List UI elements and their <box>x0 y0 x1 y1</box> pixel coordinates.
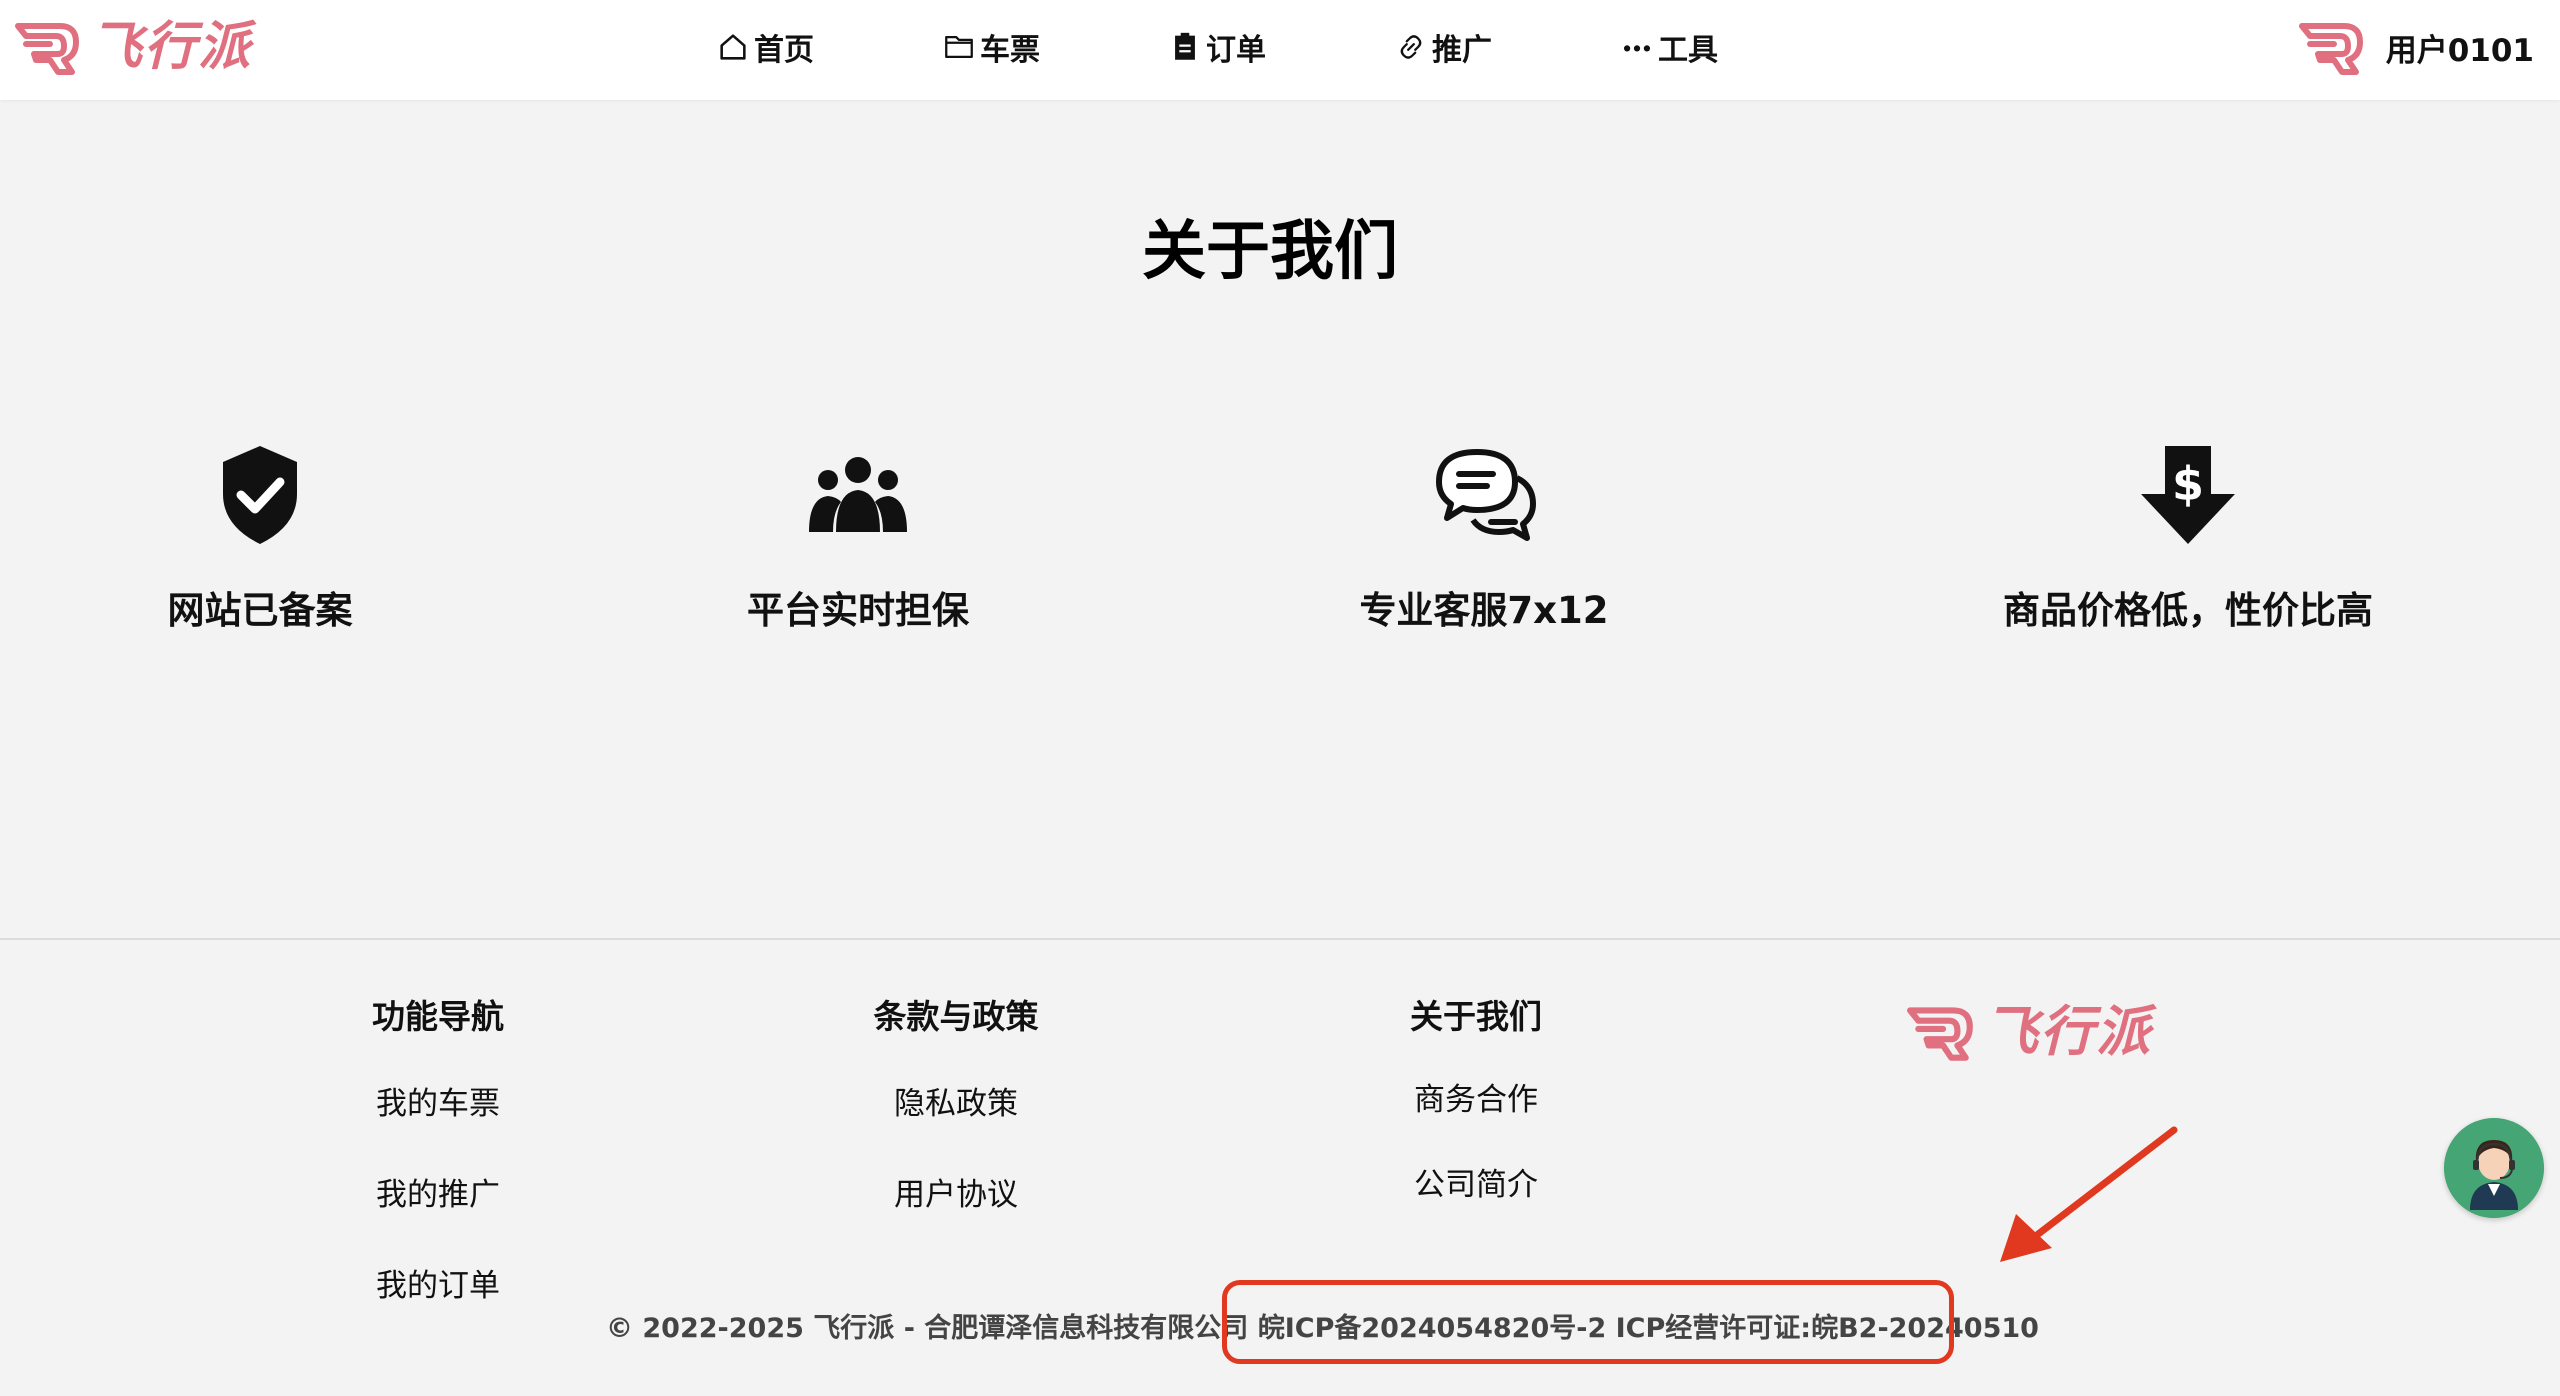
brand-logo[interactable]: 飞行派 <box>14 16 252 78</box>
footer-link-my-tickets[interactable]: 我的车票 <box>308 1078 568 1123</box>
footer-col-title: 功能导航 <box>372 997 504 1036</box>
about-title: 关于我们 <box>1142 215 1398 289</box>
customer-service-button[interactable] <box>2444 1118 2544 1218</box>
feature-label: 平台实时担保 <box>747 589 969 632</box>
nav-tools-label: 工具 <box>1658 33 1718 68</box>
footer-link-privacy[interactable]: 隐私政策 <box>826 1078 1086 1123</box>
footer-col-policy: 条款与政策 隐私政策 用户协议 <box>826 990 1086 1214</box>
feature-label: 商品价格低，性价比高 <box>2003 589 2373 632</box>
chat-bubbles-icon <box>1436 449 1536 541</box>
nav-home[interactable]: 首页 <box>716 22 814 72</box>
link-icon <box>1400 35 1422 59</box>
footer-divider <box>0 938 2560 940</box>
dollar-down-arrow-icon: $ <box>2141 446 2235 544</box>
top-navbar: 飞行派 首页 车票 订单 推广 工具 用户0101 <box>0 0 2560 100</box>
footer-col-title: 关于我们 <box>1410 997 1542 1036</box>
home-icon <box>720 34 746 60</box>
footer-brand-name: 飞行派 <box>1984 1000 2152 1063</box>
nav-promote[interactable]: 推广 <box>1394 22 1492 72</box>
footer-logo: 飞行派 <box>1906 1000 2152 1064</box>
user-name: 用户0101 <box>2385 32 2534 69</box>
main-nav: 首页 车票 订单 推广 工具 <box>716 22 1846 72</box>
group-people-icon <box>809 457 907 532</box>
shield-check-icon <box>223 446 297 544</box>
footer-col-about: 关于我们 商务合作 公司简介 <box>1346 990 1606 1204</box>
feature-guarantee: 平台实时担保 <box>628 440 1088 634</box>
brand-wing-icon <box>15 23 79 75</box>
nav-tickets[interactable]: 车票 <box>942 22 1040 72</box>
user-menu[interactable]: 用户0101 <box>2296 16 2534 78</box>
folder-icon <box>945 35 973 59</box>
feature-label: 专业客服7x12 <box>1359 589 1609 632</box>
nav-promote-label: 推广 <box>1432 33 1492 68</box>
nav-orders-label: 订单 <box>1206 33 1266 68</box>
nav-tickets-label: 车票 <box>980 33 1040 68</box>
footer-link-my-promotion[interactable]: 我的推广 <box>308 1169 568 1214</box>
brand-wing-icon <box>1907 1007 1973 1061</box>
nav-home-label: 首页 <box>754 33 814 68</box>
copyright-owner: © 2022-2025 飞行派 - 合肥谭泽信息科技有限公司 <box>606 1313 1258 1344</box>
footer-link-my-orders[interactable]: 我的订单 <box>308 1260 568 1305</box>
nav-tools[interactable]: 工具 <box>1620 22 1718 72</box>
feature-registered: 网站已备案 <box>30 440 490 634</box>
footer-link-company-intro[interactable]: 公司简介 <box>1346 1159 1606 1204</box>
user-avatar-icon <box>2298 23 2363 75</box>
footer-link-user-agreement[interactable]: 用户协议 <box>826 1169 1086 1214</box>
feature-support: 专业客服7x12 <box>1254 440 1714 634</box>
annotation-arrow-icon <box>2000 1126 2178 1262</box>
more-dots-icon <box>1623 45 1651 52</box>
footer-col-nav: 功能导航 我的车票 我的推广 我的订单 <box>308 990 568 1305</box>
page: 飞行派 首页 车票 订单 推广 工具 用户0101 关于我们 网站已备案 平台实… <box>0 0 2560 1396</box>
svg-text:$: $ <box>2172 457 2204 511</box>
footer-link-business[interactable]: 商务合作 <box>1346 1074 1606 1119</box>
annotation-highlight-box <box>1222 1280 1954 1364</box>
nav-orders[interactable]: 订单 <box>1168 22 1266 72</box>
customer-service-agent-icon <box>2444 1118 2544 1218</box>
brand-name: 飞行派 <box>90 17 253 77</box>
feature-label: 网站已备案 <box>167 589 353 632</box>
clipboard-icon <box>1175 32 1195 60</box>
footer-col-title: 条款与政策 <box>873 997 1039 1036</box>
feature-low-price: $ 商品价格低，性价比高 <box>1958 440 2418 634</box>
